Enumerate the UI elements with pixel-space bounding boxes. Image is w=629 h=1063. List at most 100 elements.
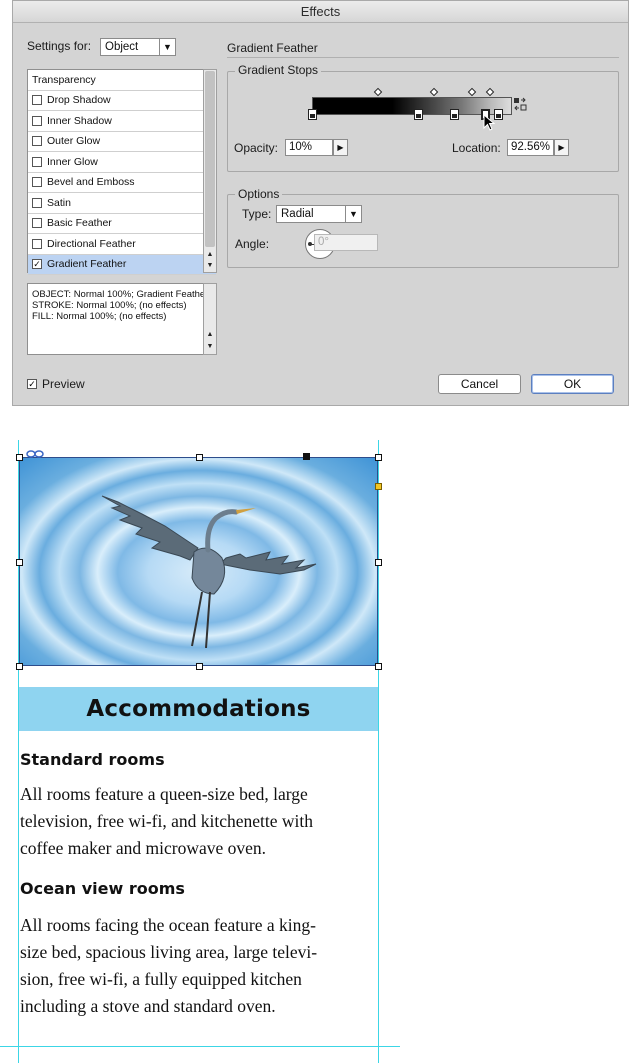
effects-list: Transparency Drop Shadow Inner Shadow Outer… <box>27 69 217 275</box>
checkbox-icon[interactable] <box>32 238 42 249</box>
dialog-titlebar: Effects <box>13 1 628 23</box>
accommodations-banner: Accommodations <box>19 687 378 731</box>
effects-list-item[interactable]: Inner Glow <box>28 152 216 173</box>
column-guide-right <box>378 440 379 1063</box>
heron-image <box>101 495 317 648</box>
effects-dialog: Effects Settings for: Object ▼ Gradient … <box>12 0 629 406</box>
type-value: Radial <box>281 208 314 220</box>
resize-handle-nw[interactable] <box>16 454 23 461</box>
text-line: size bed, spacious living area, large te… <box>20 942 318 962</box>
effects-list-item[interactable]: Directional Feather <box>28 234 216 255</box>
checkbox-icon[interactable] <box>32 95 42 106</box>
text-line: All rooms facing the ocean feature a kin… <box>20 915 316 935</box>
cursor-arrow-icon <box>483 114 496 131</box>
effects-list-label: Directional Feather <box>47 237 136 250</box>
location-field[interactable]: 92.56% <box>507 139 554 156</box>
angle-label: Angle: <box>235 237 270 251</box>
chevron-down-icon: ▼ <box>345 206 361 222</box>
gradient-stops-group <box>227 71 619 172</box>
effects-list-label: Drop Shadow <box>47 94 111 107</box>
resize-handle-e[interactable] <box>375 559 382 566</box>
gradient-stop[interactable] <box>308 109 317 120</box>
section-heading: Ocean view rooms <box>20 879 185 898</box>
text-line: sion, free wi-fi, a fully equipped kitch… <box>20 969 302 989</box>
settings-for-label: Settings for: <box>27 39 92 53</box>
effects-list-item[interactable]: Bevel and Emboss <box>28 173 216 193</box>
summary-text: OBJECT: Normal 100%; Gradient Feather ST… <box>32 289 209 322</box>
text-line: television, free wi-fi, and kitchenette … <box>20 811 314 831</box>
opacity-slider-button[interactable]: ▶ <box>333 139 348 156</box>
scroll-down-icon[interactable]: ▼ <box>204 342 216 351</box>
image-frame[interactable] <box>19 457 378 666</box>
resize-handle-w[interactable] <box>16 559 23 566</box>
content-grabber-handle[interactable] <box>303 453 310 460</box>
effects-list-item[interactable]: Outer Glow <box>28 132 216 152</box>
checkbox-checked-icon[interactable]: ✓ <box>32 259 42 270</box>
section-body: All rooms feature a queen-size bed, larg… <box>20 781 372 862</box>
effects-list-label: Satin <box>47 196 71 209</box>
text-line: coffee maker and microwave oven. <box>20 838 267 858</box>
location-label: Location: <box>452 141 501 155</box>
effects-list-item[interactable]: Inner Shadow <box>28 111 216 132</box>
section-heading: Standard rooms <box>20 750 165 769</box>
effects-list-label: Basic Feather <box>47 217 112 230</box>
cancel-button[interactable]: Cancel <box>438 374 521 394</box>
reverse-gradient-icon[interactable] <box>513 97 527 111</box>
effects-list-item[interactable]: Drop Shadow <box>28 91 216 111</box>
gradient-stop[interactable] <box>450 109 459 120</box>
text-line: including a stove and standard oven. <box>20 996 276 1016</box>
chevron-down-icon: ▼ <box>159 39 175 55</box>
section-title: Gradient Feather <box>227 41 318 55</box>
section-body: All rooms facing the ocean feature a kin… <box>20 912 372 1020</box>
checkbox-icon[interactable] <box>32 115 42 126</box>
effects-list-label: Gradient Feather <box>47 258 127 271</box>
summary-scrollbar[interactable]: ▲ ▼ <box>203 283 217 355</box>
corner-options-handle[interactable] <box>375 483 382 490</box>
link-icon <box>26 450 44 458</box>
checkbox-checked-icon[interactable]: ✓ <box>27 379 37 389</box>
location-slider-button[interactable]: ▶ <box>554 139 569 156</box>
resize-handle-ne[interactable] <box>375 454 382 461</box>
effects-summary: OBJECT: Normal 100%; Gradient Feather ST… <box>27 283 217 355</box>
settings-for-value: Object <box>105 41 139 53</box>
ok-button[interactable]: OK <box>531 374 614 394</box>
checkbox-icon[interactable] <box>32 218 42 229</box>
effects-list-label: Bevel and Emboss <box>47 176 135 189</box>
opacity-label: Opacity: <box>234 141 279 155</box>
resize-handle-sw[interactable] <box>16 663 23 670</box>
effects-list-label: Inner Glow <box>47 155 98 168</box>
options-title: Options <box>235 187 283 201</box>
scroll-up-icon[interactable]: ▲ <box>204 250 216 259</box>
effects-list-scrollbar[interactable]: ▲ ▼ <box>203 69 217 273</box>
effects-list-item[interactable]: Basic Feather <box>28 214 216 234</box>
preview-label: Preview <box>42 377 85 391</box>
scroll-down-icon[interactable]: ▼ <box>204 261 216 270</box>
scroll-up-icon[interactable]: ▲ <box>204 330 216 339</box>
effects-list-item[interactable]: Satin <box>28 193 216 214</box>
checkbox-icon[interactable] <box>32 197 42 208</box>
effects-list-label: Transparency <box>32 73 96 86</box>
effects-list-item[interactable]: Transparency <box>28 70 216 91</box>
margin-guide-bottom <box>0 1046 400 1047</box>
type-select[interactable]: Radial ▼ <box>276 205 362 223</box>
resize-handle-n[interactable] <box>196 454 203 461</box>
opacity-field[interactable]: 10% <box>285 139 333 156</box>
resize-handle-se[interactable] <box>375 663 382 670</box>
effects-list-label: Outer Glow <box>47 135 101 148</box>
gradient-stops-title: Gradient Stops <box>235 63 322 77</box>
gradient-stop[interactable] <box>414 109 423 120</box>
banner-title: Accommodations <box>86 696 311 722</box>
resize-handle-s[interactable] <box>196 663 203 670</box>
effects-list-item[interactable]: ✓ Gradient Feather <box>28 254 216 275</box>
effects-list-label: Inner Shadow <box>47 114 112 127</box>
checkbox-icon[interactable] <box>32 177 42 188</box>
preview-checkbox[interactable]: ✓ Preview <box>27 377 85 391</box>
settings-for-select[interactable]: Object ▼ <box>100 38 176 56</box>
text-line: All rooms feature a queen-size bed, larg… <box>20 784 308 804</box>
section-divider <box>227 57 619 58</box>
scrollbar-thumb[interactable] <box>205 71 215 247</box>
checkbox-icon[interactable] <box>32 156 42 167</box>
checkbox-icon[interactable] <box>32 136 42 147</box>
type-label: Type: <box>242 207 272 221</box>
angle-field[interactable]: 0° <box>314 234 378 251</box>
